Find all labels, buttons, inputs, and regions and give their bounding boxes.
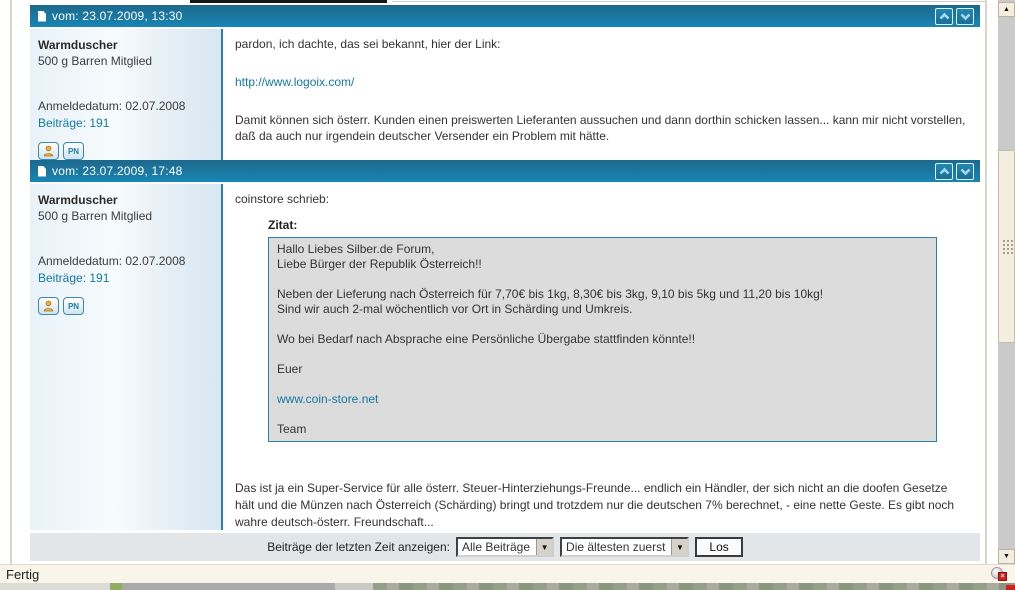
profile-button[interactable]	[38, 142, 59, 160]
chevron-down-icon	[960, 13, 970, 20]
sort-order-value: Die ältesten zuerst	[566, 540, 666, 554]
page-icon	[38, 165, 46, 177]
chevron-up-icon	[939, 12, 949, 19]
author-panel: Warmduscher 500 g Barren Mitglied Anmeld…	[30, 29, 221, 160]
scroll-down-button[interactable]	[956, 162, 974, 180]
post-header: vom: 23.07.2009, 13:30	[30, 5, 980, 27]
post-date-label: vom: 23.07.2009, 13:30	[52, 9, 183, 23]
quote-line	[277, 377, 928, 392]
quote-line: Neben der Lieferung nach Österreich für …	[277, 287, 824, 301]
author-rank: 500 g Barren Mitglied	[38, 54, 153, 68]
post-content: coinstore schrieb: Zitat: Hallo Liebes S…	[223, 184, 980, 530]
right-margin-line	[985, 0, 987, 564]
quote-line: Liebe Bürger der Republik Österreich!!	[277, 257, 482, 271]
post-paragraph: Das ist ja ein Super-Service für alle ös…	[235, 481, 955, 529]
pn-button-label: PN	[67, 301, 80, 311]
go-button[interactable]: Los	[695, 537, 743, 557]
quote-line	[277, 317, 928, 332]
chevron-up-icon	[939, 167, 949, 174]
error-badge-icon: ×	[998, 572, 1007, 581]
quote-line: Wo bei Bedarf nach Absprache eine Persön…	[277, 332, 696, 346]
external-link[interactable]: http://www.logoix.com/	[235, 75, 354, 89]
top-gray-line	[392, 1, 985, 2]
pn-button[interactable]: PN	[63, 297, 84, 315]
time-filter-value: Alle Beiträge	[461, 540, 531, 554]
quote-label: Zitat:	[268, 218, 298, 232]
dropdown-arrow-icon: ▼	[671, 539, 688, 555]
quote-line: Euer	[277, 362, 303, 376]
post-paragraph: pardon, ich dachte, das sei bekannt, hie…	[235, 37, 501, 51]
scrollbar-grip	[1002, 239, 1013, 256]
page-icon	[38, 10, 46, 22]
author-name: Warmduscher	[38, 38, 118, 52]
thread-display-options-bar: Beiträge der letzten Zeit anzeigen: Alle…	[30, 533, 980, 561]
quote-attribution: coinstore schrieb:	[235, 192, 330, 206]
browser-viewport: vom: 23.07.2009, 13:30 Warmduscher 500 g…	[0, 0, 1015, 590]
quote-block: Zitat: Hallo Liebes Silber.de Forum, Lie…	[268, 217, 966, 442]
post-body: Warmduscher 500 g Barren Mitglied Anmeld…	[30, 29, 980, 160]
post-content: pardon, ich dachte, das sei bekannt, hie…	[223, 29, 980, 160]
status-text: Fertig	[6, 566, 40, 582]
author-join-date: Anmeldedatum: 02.07.2008	[38, 99, 186, 113]
scrollbar-down-button[interactable]: ▼	[998, 549, 1015, 564]
quote-link[interactable]: www.coin-store.net	[277, 392, 378, 406]
pn-button[interactable]: PN	[63, 142, 84, 160]
user-icon	[43, 145, 54, 157]
quote-line	[277, 407, 928, 422]
left-margin-line	[10, 0, 12, 583]
dropdown-arrow-icon: ▼	[536, 539, 553, 555]
sort-order-select[interactable]: Die ältesten zuerst ▼	[560, 537, 690, 557]
post-header: vom: 23.07.2009, 17:48	[30, 160, 980, 182]
author-join-date: Anmeldedatum: 02.07.2008	[38, 254, 186, 268]
scrollbar-thumb[interactable]	[998, 150, 1015, 343]
quote-line: Hallo Liebes Silber.de Forum,	[277, 242, 435, 256]
vertical-scrollbar[interactable]: ▲ ▼	[998, 0, 1015, 564]
forum-thread: vom: 23.07.2009, 13:30 Warmduscher 500 g…	[30, 5, 980, 561]
time-filter-select[interactable]: Alle Beiträge ▼	[455, 537, 555, 557]
quote-box: Hallo Liebes Silber.de Forum, Liebe Bürg…	[268, 237, 937, 442]
quote-line	[277, 272, 928, 287]
post-body: Warmduscher 500 g Barren Mitglied Anmeld…	[30, 184, 980, 530]
desktop-edge-sliver	[0, 583, 1015, 590]
chevron-down-icon	[960, 168, 970, 175]
post-paragraph: Damit können sich österr. Kunden einen p…	[235, 113, 966, 143]
author-rank: 500 g Barren Mitglied	[38, 209, 153, 223]
profile-button[interactable]	[38, 297, 59, 315]
author-name: Warmduscher	[38, 193, 118, 207]
top-black-bar	[190, 0, 387, 3]
scrollbar-up-button[interactable]: ▲	[998, 2, 1015, 17]
user-icon	[43, 300, 54, 312]
author-panel: Warmduscher 500 g Barren Mitglied Anmeld…	[30, 184, 221, 530]
quote-line: Sind wir auch 2-mal wöchentlich vor Ort …	[277, 302, 633, 316]
scroll-up-button[interactable]	[935, 162, 953, 180]
pn-button-label: PN	[67, 146, 80, 156]
quote-line	[277, 347, 928, 362]
quote-line: Team	[277, 422, 307, 436]
page-error-icon: ×	[991, 567, 1007, 581]
author-post-count: Beiträge: 191	[38, 116, 110, 130]
display-options-label: Beiträge der letzten Zeit anzeigen:	[267, 540, 450, 554]
post-date-label: vom: 23.07.2009, 17:48	[52, 164, 183, 178]
browser-status-bar: Fertig ×	[0, 564, 1015, 583]
scroll-down-button[interactable]	[956, 7, 974, 25]
scroll-up-button[interactable]	[935, 7, 953, 25]
author-post-count: Beiträge: 191	[38, 271, 110, 285]
